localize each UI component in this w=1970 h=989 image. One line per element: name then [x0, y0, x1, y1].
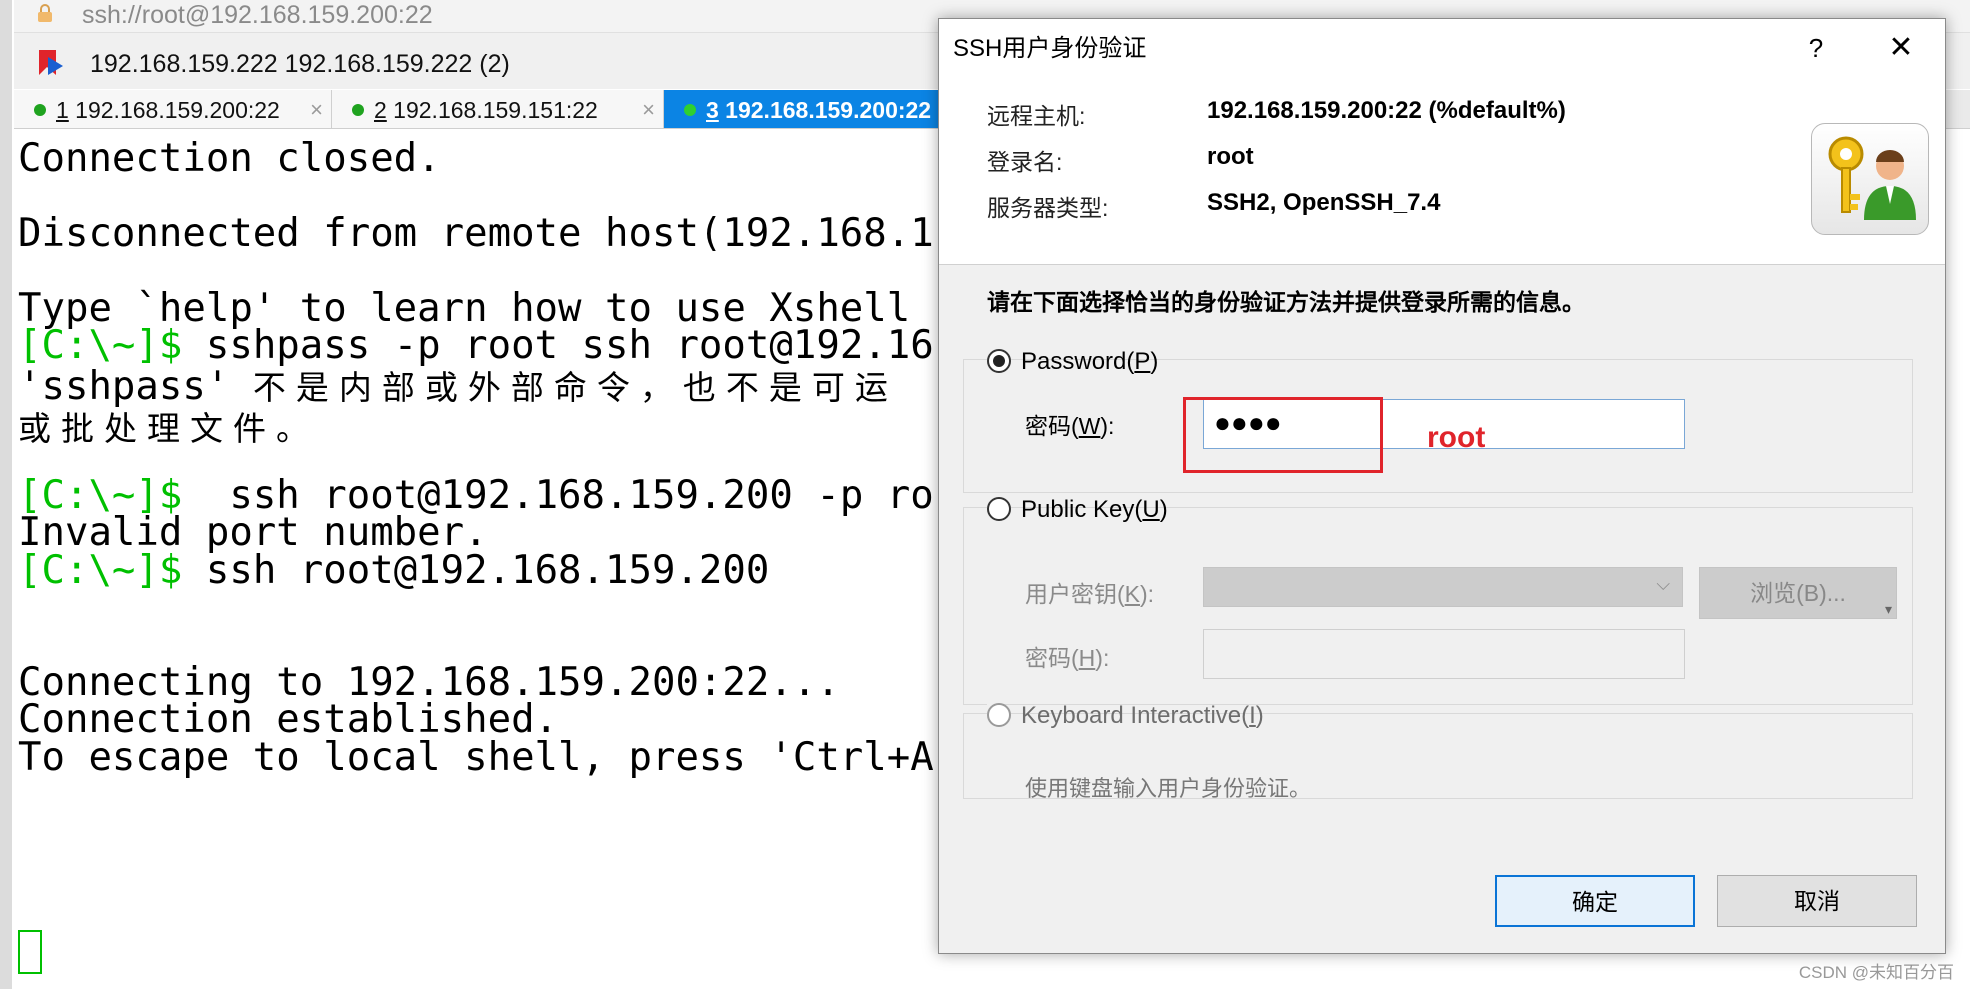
tab-session-1[interactable]: 1 192.168.159.200:22 × — [14, 90, 332, 128]
radio-unselected-icon — [987, 703, 1011, 727]
tab-label: 3 192.168.159.200:22 — [706, 97, 932, 123]
cancel-button[interactable]: 取消 — [1717, 875, 1917, 927]
tab-close-icon[interactable]: × — [642, 90, 655, 128]
help-icon[interactable]: ? — [1791, 19, 1841, 77]
watermark: CSDN @未知百分百 — [1798, 963, 1954, 982]
dialog-titlebar[interactable]: SSH用户身份验证 ? ✕ — [939, 19, 1945, 79]
terminal-line: Disconnected from remote host(192.168.1 — [18, 211, 934, 256]
login-name-value: root — [1207, 143, 1254, 170]
terminal-line: [C:\~]$ ssh root@192.168.159.200 — [18, 548, 770, 593]
highlight-box — [1183, 397, 1383, 473]
terminal-cursor — [18, 930, 42, 974]
keyboard-radio-label: Keyboard Interactive(I) — [1021, 702, 1264, 729]
connected-dot-icon — [34, 104, 46, 116]
close-icon[interactable]: ✕ — [1871, 19, 1931, 77]
user-key-select[interactable]: ⌵ — [1203, 567, 1683, 607]
remote-host-value: 192.168.159.200:22 (%default%) — [1207, 97, 1566, 124]
browse-button[interactable]: 浏览(B)... ▾ — [1699, 567, 1897, 619]
server-type-value: SSH2, OpenSSH_7.4 — [1207, 189, 1441, 216]
key-passphrase-label: 密码(H): — [1025, 645, 1110, 671]
terminal-line: Connection closed. — [18, 136, 441, 181]
address-text: ssh://root@192.168.159.200:22 — [82, 1, 433, 29]
session-flag-icon — [39, 50, 63, 75]
keyboard-hint: 使用键盘输入用户身份验证。 — [1025, 776, 1312, 801]
ok-button[interactable]: 确定 — [1495, 875, 1695, 927]
remote-host-label: 远程主机: — [987, 103, 1086, 129]
terminal-line: 或批处理文件。 — [18, 409, 319, 448]
connection-info: 远程主机: 192.168.159.200:22 (%default%) 登录名… — [939, 79, 1945, 265]
password-radio-label: Password(P) — [1021, 348, 1159, 375]
session-path: 192.168.159.222 192.168.159.222 (2) — [90, 50, 510, 78]
radio-selected-icon — [987, 349, 1011, 373]
lock-icon — [38, 4, 52, 22]
connected-dot-icon — [684, 104, 696, 116]
dialog-title: SSH用户身份验证 — [953, 35, 1147, 62]
ssh-auth-dialog: SSH用户身份验证 ? ✕ 远程主机: 192.168.159.200:22 (… — [938, 18, 1946, 954]
chevron-down-icon: ⌵ — [1656, 574, 1670, 594]
user-key-label: 用户密钥(K): — [1025, 581, 1155, 607]
password-field-label: 密码(W): — [1025, 413, 1115, 439]
user-key-icon — [1811, 123, 1929, 235]
password-radio[interactable]: Password(P) — [987, 345, 1158, 379]
terminal-line: To escape to local shell, press 'Ctrl+A — [18, 735, 934, 780]
key-passphrase-input[interactable] — [1203, 629, 1685, 679]
connected-dot-icon — [352, 104, 364, 116]
password-annotation: root — [1427, 421, 1486, 454]
server-type-label: 服务器类型: — [987, 195, 1109, 221]
tab-session-2[interactable]: 2 192.168.159.151:22 × — [332, 90, 664, 128]
radio-unselected-icon — [987, 497, 1011, 521]
tab-label: 1 192.168.159.200:22 — [56, 97, 280, 123]
tab-close-icon[interactable]: × — [310, 90, 323, 128]
login-name-label: 登录名: — [987, 149, 1063, 175]
publickey-radio[interactable]: Public Key(U) — [987, 493, 1168, 527]
terminal-output[interactable]: Connection closed. Disconnected from rem… — [14, 130, 1014, 989]
tab-label: 2 192.168.159.151:22 — [374, 97, 598, 123]
keyboard-radio[interactable]: Keyboard Interactive(I) — [987, 699, 1264, 733]
window-left-edge — [0, 0, 12, 989]
tab-session-3[interactable]: 3 192.168.159.200:22 — [664, 90, 964, 128]
instruction-text: 请在下面选择恰当的身份验证方法并提供登录所需的信息。 — [987, 289, 1585, 315]
dropdown-arrow-icon: ▾ — [1884, 601, 1892, 617]
publickey-radio-label: Public Key(U) — [1021, 496, 1168, 523]
